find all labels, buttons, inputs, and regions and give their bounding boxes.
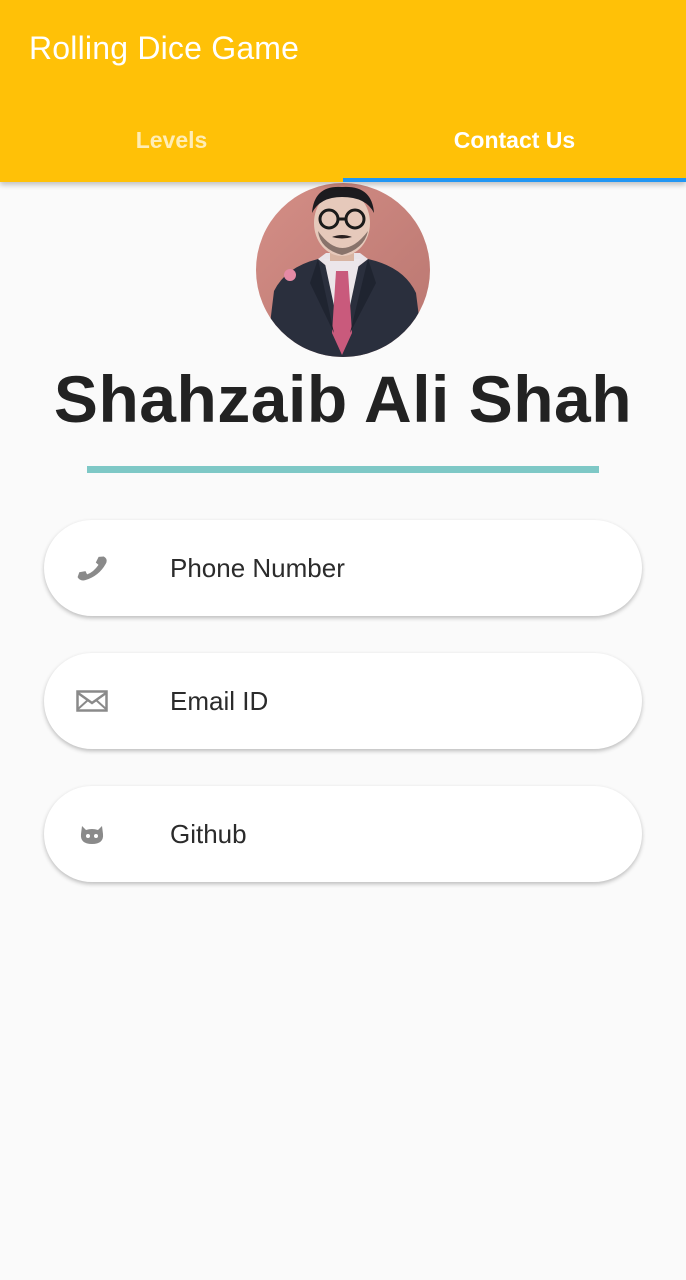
name-divider <box>87 466 599 473</box>
tab-indicator <box>343 178 686 182</box>
app-bar: Rolling Dice Game Levels Contact Us <box>0 0 686 182</box>
tab-bar: Levels Contact Us <box>0 98 686 182</box>
phone-number-card[interactable]: Phone Number <box>44 520 642 616</box>
github-label: Github <box>170 819 247 849</box>
phone-icon <box>76 552 108 584</box>
email-id-label: Email ID <box>170 686 269 716</box>
app-title: Rolling Dice Game <box>29 30 300 66</box>
phone-number-label: Phone Number <box>170 553 345 583</box>
email-id-card[interactable]: Email ID <box>44 653 642 749</box>
github-card[interactable]: Github <box>44 786 642 882</box>
tab-levels[interactable]: Levels <box>0 98 343 182</box>
tab-contact-us[interactable]: Contact Us <box>343 98 686 182</box>
mail-icon <box>76 685 108 717</box>
profile-name: Shahzaib Ali Shah <box>53 362 633 436</box>
profile-avatar <box>256 183 430 357</box>
github-icon <box>76 818 108 850</box>
